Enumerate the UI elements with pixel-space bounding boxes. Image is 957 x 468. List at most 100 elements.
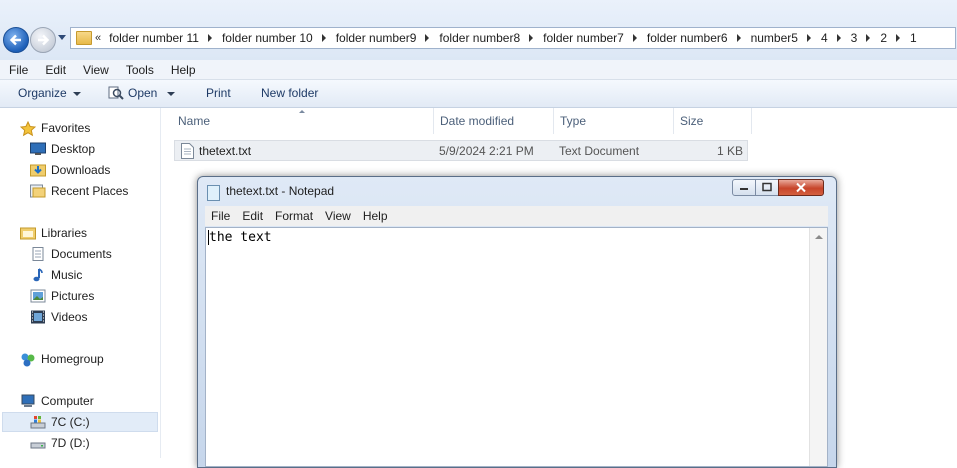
column-date-modified[interactable]: Date modified (434, 108, 554, 134)
nav-drive-c-label: 7C (C:) (51, 415, 90, 429)
crumb-1[interactable]: 1 (910, 31, 917, 45)
nav-favorites[interactable]: Favorites (19, 119, 91, 137)
nav-downloads-label: Downloads (51, 163, 111, 177)
crumb-folder-number8[interactable]: folder number8 (439, 31, 520, 45)
chevron-right-icon[interactable] (529, 34, 534, 42)
nav-favorites-label: Favorites (41, 121, 91, 135)
pictures-icon (30, 289, 46, 303)
chevron-right-icon[interactable] (425, 34, 430, 42)
nav-music-label: Music (51, 268, 83, 282)
chevron-right-icon[interactable] (866, 34, 871, 42)
crumb-2[interactable]: 2 (880, 31, 887, 45)
nav-drive-d[interactable]: 7D (D:) (30, 434, 90, 452)
dropdown-arrow-icon (72, 91, 81, 96)
notepad-icon (207, 185, 220, 201)
notepad-menu-file[interactable]: File (205, 209, 236, 223)
folder-icon (76, 31, 92, 45)
notepad-window[interactable]: thetext.txt - Notepad File Edit Format V… (197, 176, 837, 468)
restore-button[interactable] (755, 179, 779, 196)
notepad-menu-bar: File Edit Format View Help (205, 206, 828, 226)
back-arrow-icon (9, 34, 21, 46)
notepad-menu-view[interactable]: View (319, 209, 357, 223)
notepad-menu-help[interactable]: Help (357, 209, 394, 223)
menu-file[interactable]: File (0, 63, 36, 77)
crumb-folder-number9[interactable]: folder number9 (336, 31, 417, 45)
file-row[interactable]: thetext.txt 5/9/2024 2:21 PM Text Docume… (174, 140, 748, 161)
address-bar[interactable]: « folder number 11 folder number 10 fold… (70, 27, 956, 49)
nav-downloads[interactable]: Downloads (30, 161, 110, 179)
overflow-chevron-icon[interactable]: « (95, 32, 101, 44)
file-size: 1 KB (716, 144, 743, 158)
crumb-3[interactable]: 3 (851, 31, 858, 45)
music-icon (30, 268, 46, 282)
nav-computer-label: Computer (41, 394, 94, 408)
menu-help[interactable]: Help (162, 63, 204, 77)
open-button[interactable]: Open (108, 86, 176, 100)
print-button[interactable]: Print (206, 86, 231, 100)
organize-label: Organize (18, 86, 67, 100)
nav-homegroup[interactable]: Homegroup (20, 350, 104, 368)
notepad-menu-format[interactable]: Format (269, 209, 319, 223)
close-button[interactable] (778, 179, 824, 196)
chevron-right-icon[interactable] (736, 34, 741, 42)
libraries-icon (20, 226, 36, 240)
open-label: Open (128, 86, 158, 100)
crumb-folder-number6[interactable]: folder number6 (647, 31, 728, 45)
file-list-header: Name Date modified Type Size (172, 108, 752, 134)
menu-edit[interactable]: Edit (36, 63, 74, 77)
address-area: « folder number 11 folder number 10 fold… (0, 0, 957, 60)
downloads-folder-icon (30, 163, 46, 177)
scroll-up-arrow-icon[interactable] (815, 235, 823, 239)
recent-pages-dropdown[interactable] (58, 35, 66, 40)
vertical-scrollbar[interactable] (809, 228, 827, 466)
crumb-folder-number7[interactable]: folder number7 (543, 31, 624, 45)
minimize-icon (740, 188, 748, 190)
crumb-4[interactable]: 4 (821, 31, 828, 45)
computer-icon (20, 394, 36, 408)
minimize-button[interactable] (732, 179, 756, 196)
crumb-number5[interactable]: number5 (751, 31, 798, 45)
open-with-icon (108, 86, 124, 100)
nav-drive-c[interactable]: 7C (C:) (30, 413, 90, 431)
nav-drive-d-label: 7D (D:) (51, 436, 90, 450)
organize-button[interactable]: Organize (18, 86, 81, 100)
column-type[interactable]: Type (554, 108, 674, 134)
forward-button[interactable] (30, 27, 56, 53)
windows-drive-icon (30, 415, 46, 429)
homegroup-icon (20, 352, 36, 367)
column-size[interactable]: Size (674, 108, 752, 134)
nav-libraries[interactable]: Libraries (20, 224, 87, 242)
notepad-content: the text (209, 230, 272, 245)
menu-tools[interactable]: Tools (117, 63, 162, 77)
crumb-folder-number-11[interactable]: folder number 11 (109, 31, 199, 45)
desktop-icon (30, 142, 46, 156)
restore-icon (762, 182, 772, 192)
chevron-right-icon[interactable] (207, 34, 212, 42)
chevron-right-icon[interactable] (321, 34, 326, 42)
menu-view[interactable]: View (74, 63, 117, 77)
chevron-right-icon[interactable] (632, 34, 637, 42)
nav-computer[interactable]: Computer (20, 392, 94, 410)
nav-pictures[interactable]: Pictures (30, 287, 94, 305)
file-name: thetext.txt (199, 144, 252, 158)
nav-recent-places[interactable]: Recent Places (30, 182, 128, 200)
nav-documents[interactable]: Documents (30, 245, 112, 263)
nav-homegroup-label: Homegroup (41, 352, 104, 366)
nav-documents-label: Documents (51, 247, 112, 261)
text-file-icon (181, 143, 194, 159)
nav-music[interactable]: Music (30, 266, 82, 284)
menu-bar: File Edit View Tools Help (0, 60, 957, 80)
nav-videos[interactable]: Videos (30, 308, 87, 326)
chevron-right-icon[interactable] (896, 34, 901, 42)
column-name[interactable]: Name (172, 108, 434, 134)
nav-desktop[interactable]: Desktop (30, 140, 95, 158)
chevron-right-icon[interactable] (806, 34, 811, 42)
chevron-right-icon[interactable] (836, 34, 841, 42)
notepad-text-area[interactable]: the text (205, 227, 828, 467)
close-icon (796, 182, 806, 193)
new-folder-button[interactable]: New folder (261, 86, 318, 100)
command-toolbar: Organize Open Print New folder (0, 80, 957, 108)
crumb-folder-number-10[interactable]: folder number 10 (222, 31, 313, 45)
notepad-menu-edit[interactable]: Edit (236, 209, 269, 223)
back-button[interactable] (3, 27, 29, 53)
